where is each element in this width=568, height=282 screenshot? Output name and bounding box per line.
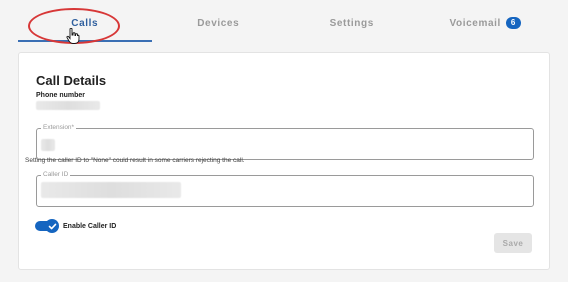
tab-settings-label: Settings [329,17,374,29]
extension-value [41,139,55,151]
caller-id-label: Caller ID [41,171,71,179]
voicemail-count-badge: 6 [505,17,521,29]
phone-number-value [36,101,100,110]
tab-voicemail-label: Voicemail [449,17,501,29]
save-button[interactable]: Save [494,233,532,253]
enable-caller-id-toggle[interactable] [35,219,59,233]
enable-caller-id-row: Enable Caller ID [35,219,117,233]
tab-voicemail[interactable]: Voicemail 6 [419,4,553,42]
tab-settings[interactable]: Settings [285,4,419,42]
extension-label: Extension* [41,124,77,132]
caller-id-field[interactable]: Caller ID [36,171,534,207]
card-title: Call Details [36,73,107,88]
caller-id-hint: Setting the caller ID to "None" could re… [25,157,245,164]
hand-pointer-icon [66,28,80,44]
tab-devices[interactable]: Devices [152,4,286,42]
tab-calls-label: Calls [71,17,99,29]
tab-devices-label: Devices [197,17,240,29]
extension-field[interactable]: Extension* [36,124,534,160]
phone-number-label: Phone number [36,92,86,99]
caller-id-value [41,182,181,198]
tab-calls[interactable]: Calls [18,4,152,42]
tab-bar: Calls Devices Settings Voicemail 6 [18,4,552,42]
check-icon [45,219,59,233]
enable-caller-id-label: Enable Caller ID [63,222,117,230]
